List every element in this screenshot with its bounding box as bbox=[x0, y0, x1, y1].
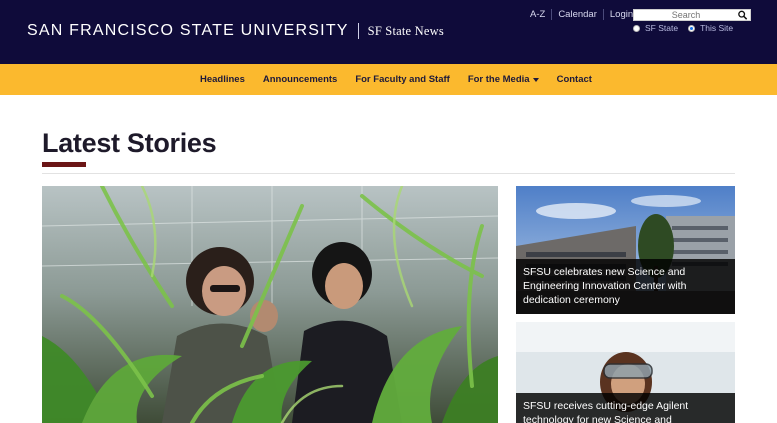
search-scope: SF State This Site bbox=[633, 23, 743, 33]
link-calendar[interactable]: Calendar bbox=[552, 9, 604, 20]
nav-announcements[interactable]: Announcements bbox=[263, 74, 337, 85]
search-input[interactable] bbox=[634, 10, 738, 20]
scope-this-site[interactable]: This Site bbox=[688, 23, 733, 33]
nav-for-the-media[interactable]: For the Media bbox=[468, 74, 539, 85]
scope-sf-state[interactable]: SF State bbox=[633, 23, 678, 33]
nav-faculty-staff[interactable]: For Faculty and Staff bbox=[355, 74, 449, 85]
nav-headlines[interactable]: Headlines bbox=[200, 74, 245, 85]
nav-contact[interactable]: Contact bbox=[557, 74, 592, 85]
search-box bbox=[633, 9, 751, 21]
hero-story-image[interactable] bbox=[42, 186, 498, 423]
radio-sf-state[interactable] bbox=[633, 24, 640, 32]
nav-for-the-media-label: For the Media bbox=[467, 74, 530, 85]
scope-this-site-label: This Site bbox=[700, 23, 734, 33]
story-caption[interactable]: SFSU celebrates new Science and Engineer… bbox=[516, 259, 735, 314]
site-name[interactable]: SF State News bbox=[368, 24, 444, 39]
divider bbox=[42, 173, 735, 174]
page-title: Latest Stories bbox=[42, 128, 217, 158]
story-card[interactable]: SFSU celebrates new Science and Engineer… bbox=[516, 186, 735, 314]
story-caption[interactable]: SFSU receives cutting-edge Agilent techn… bbox=[516, 393, 735, 423]
brand[interactable]: SAN FRANCISCO STATE UNIVERSITY SF State … bbox=[27, 22, 444, 40]
radio-this-site[interactable] bbox=[688, 24, 696, 32]
title-accent-bar bbox=[42, 162, 86, 167]
utility-links: A-Z Calendar Login bbox=[524, 9, 639, 20]
link-a-z[interactable]: A-Z bbox=[524, 9, 553, 20]
scope-sf-state-label: SF State bbox=[645, 23, 679, 33]
story-card[interactable]: SFSU receives cutting-edge Agilent techn… bbox=[516, 322, 735, 423]
main-nav: Headlines Announcements For Faculty and … bbox=[0, 64, 777, 95]
university-name[interactable]: SAN FRANCISCO STATE UNIVERSITY bbox=[27, 22, 349, 40]
site-header: SAN FRANCISCO STATE UNIVERSITY SF State … bbox=[0, 0, 777, 64]
search-icon[interactable] bbox=[737, 10, 748, 20]
greenhouse-photo bbox=[42, 186, 498, 423]
brand-divider bbox=[357, 23, 359, 39]
caret-down-icon bbox=[532, 77, 539, 82]
